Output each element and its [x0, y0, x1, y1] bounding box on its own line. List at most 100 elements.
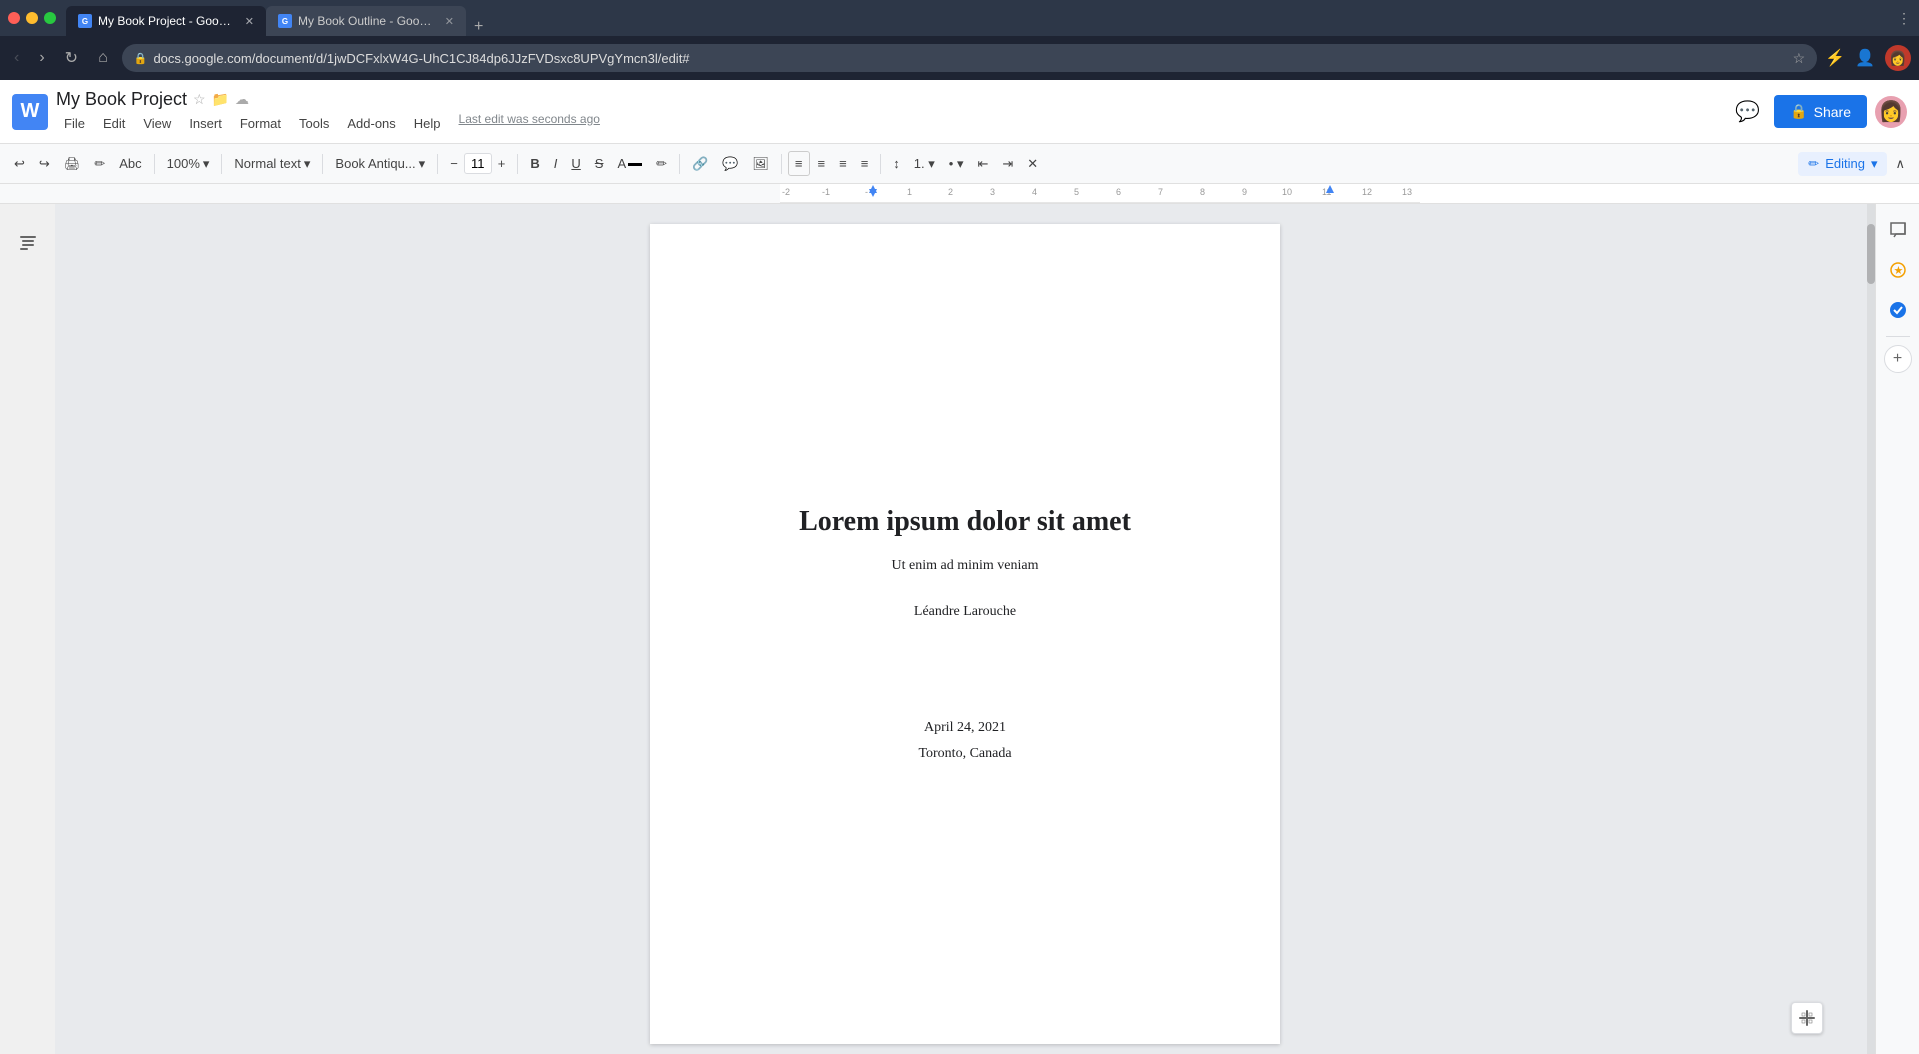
editing-mode-button[interactable]: ✏ Editing ▾ [1798, 152, 1887, 176]
menu-edit[interactable]: Edit [95, 112, 133, 135]
text-color-button[interactable]: A [611, 152, 648, 175]
color-underline [628, 163, 642, 166]
svg-text:5: 5 [1074, 187, 1079, 197]
line-spacing-button[interactable]: ↕ [887, 152, 906, 175]
zoom-selector[interactable]: 100% ▾ [161, 153, 216, 175]
font-size-input[interactable] [464, 153, 492, 174]
bookmark-icon[interactable]: ☆ [1793, 50, 1806, 67]
sidebar-divider [1886, 336, 1910, 337]
share-button[interactable]: 🔒 Share [1774, 95, 1867, 128]
print-button[interactable]: 🖨 [58, 152, 87, 176]
tab-close-2[interactable]: ✕ [445, 15, 454, 28]
refresh-button[interactable]: ↻ [59, 44, 84, 72]
lock-icon: 🔒 [134, 52, 148, 65]
style-selector[interactable]: Normal text ▾ [228, 153, 316, 175]
comment-add-button[interactable]: 💬 [716, 152, 744, 176]
increase-indent-button[interactable]: ⇥ [996, 152, 1019, 176]
last-edit-text[interactable]: Last edit was seconds ago [459, 112, 600, 135]
scrollbar-thumb[interactable] [1867, 224, 1875, 284]
comment-button[interactable]: 💬 [1729, 93, 1766, 130]
tab-active[interactable]: G My Book Project - Google Doc... ✕ [66, 6, 266, 36]
bold-button[interactable]: B [524, 152, 545, 175]
document-date[interactable]: April 24, 2021 [924, 720, 1006, 736]
document-subtitle[interactable]: Ut enim ad minim veniam [892, 558, 1039, 574]
strikethrough-button[interactable]: S [589, 152, 610, 175]
svg-text:8: 8 [1200, 187, 1205, 197]
back-button[interactable]: ‹ [8, 45, 25, 71]
tab-close-1[interactable]: ✕ [245, 15, 254, 28]
redo-button[interactable]: ↪ [33, 152, 56, 176]
outline-toggle-button[interactable] [10, 224, 46, 265]
header-right: 💬 🔒 Share 👩 [1729, 93, 1907, 130]
sidebar-check-button[interactable] [1880, 292, 1916, 328]
star-icon[interactable]: ☆ [193, 91, 206, 108]
align-right-button[interactable]: ≡ [833, 152, 853, 175]
forward-button[interactable]: › [33, 45, 50, 71]
font-selector[interactable]: Book Antiqu... ▾ [329, 153, 431, 175]
address-right-icons: ⚡ 👤 👩 [1825, 45, 1911, 71]
svg-text:6: 6 [1116, 187, 1121, 197]
chrome-avatar[interactable]: 👩 [1885, 45, 1911, 71]
align-center-button[interactable]: ≡ [812, 152, 832, 175]
bulleted-list-button[interactable]: • ▾ [943, 152, 970, 176]
address-field[interactable]: 🔒 docs.google.com/document/d/1jwDCFxlxW4… [122, 44, 1817, 72]
document-main-title[interactable]: Lorem ipsum dolor sit amet [799, 506, 1131, 538]
home-button[interactable]: ⌂ [92, 45, 114, 71]
link-button[interactable]: 🔗 [686, 152, 714, 176]
numbered-list-button[interactable]: 1. ▾ [908, 152, 941, 176]
document-location[interactable]: Toronto, Canada [918, 746, 1011, 762]
menu-tools[interactable]: Tools [291, 112, 337, 135]
chrome-profile-icon[interactable]: ⋮ [1897, 10, 1911, 27]
sidebar-star-button[interactable]: ★ [1880, 252, 1916, 288]
font-size-group: − + [444, 152, 511, 175]
folder-icon[interactable]: 📁 [212, 91, 229, 108]
svg-text:-2: -2 [782, 187, 790, 197]
underline-button[interactable]: U [565, 152, 586, 175]
decrease-font-button[interactable]: − [444, 152, 464, 175]
sidebar-comment-button[interactable] [1880, 212, 1916, 248]
align-left-button[interactable]: ≡ [788, 151, 810, 176]
maximize-window-btn[interactable] [44, 12, 56, 24]
menu-view[interactable]: View [135, 112, 179, 135]
navigate-button[interactable] [1791, 1002, 1823, 1034]
menu-format[interactable]: Format [232, 112, 289, 135]
document-author[interactable]: Léandre Larouche [914, 604, 1016, 620]
decrease-indent-button[interactable]: ⇤ [971, 152, 994, 176]
sidebar-add-button[interactable]: + [1884, 345, 1912, 373]
minimize-window-btn[interactable] [26, 12, 38, 24]
svg-text:-: - [865, 187, 868, 197]
menu-insert[interactable]: Insert [181, 112, 230, 135]
spell-check-button[interactable]: Abc [113, 152, 147, 175]
align-justify-button[interactable]: ≡ [855, 152, 875, 175]
close-window-btn[interactable] [8, 12, 20, 24]
user-avatar[interactable]: 👩 [1875, 96, 1907, 128]
scrollbar-track[interactable] [1867, 204, 1875, 1054]
cloud-icon[interactable]: ☁ [235, 91, 249, 108]
clear-format-button[interactable]: ✕ [1021, 152, 1044, 176]
menu-file[interactable]: File [56, 112, 93, 135]
undo-button[interactable]: ↩ [8, 152, 31, 176]
tab-outline[interactable]: G My Book Outline - Google Doc... ✕ [266, 6, 466, 36]
collapse-toolbar-button[interactable]: ∧ [1889, 152, 1911, 176]
doc-title-row: My Book Project ☆ 📁 ☁ [56, 89, 1721, 110]
text-color-label: A [617, 156, 626, 171]
svg-text:10: 10 [1282, 187, 1292, 197]
doc-title[interactable]: My Book Project [56, 89, 187, 110]
new-tab-button[interactable]: + [466, 18, 491, 36]
italic-button[interactable]: I [548, 152, 564, 175]
highlight-button[interactable]: ✏ [650, 152, 673, 176]
doc-menu: File Edit View Insert Format Tools Add-o… [56, 112, 1721, 135]
menu-help[interactable]: Help [406, 112, 449, 135]
paint-format-button[interactable]: ✏ [88, 152, 111, 176]
style-chevron: ▾ [304, 156, 311, 172]
document-page[interactable]: Lorem ipsum dolor sit amet Ut enim ad mi… [650, 224, 1280, 1044]
extensions-icon[interactable]: ⚡ [1825, 48, 1845, 68]
profile-icon[interactable]: 👤 [1855, 48, 1875, 68]
ruler-left-margin [0, 184, 390, 203]
menu-addons[interactable]: Add-ons [339, 112, 403, 135]
image-button[interactable]: 🖼 [746, 152, 775, 176]
toolbar-divider-7 [781, 154, 782, 174]
sidebar-star-icon: ★ [1888, 260, 1908, 280]
increase-font-button[interactable]: + [492, 152, 512, 175]
toolbar-divider-5 [517, 154, 518, 174]
